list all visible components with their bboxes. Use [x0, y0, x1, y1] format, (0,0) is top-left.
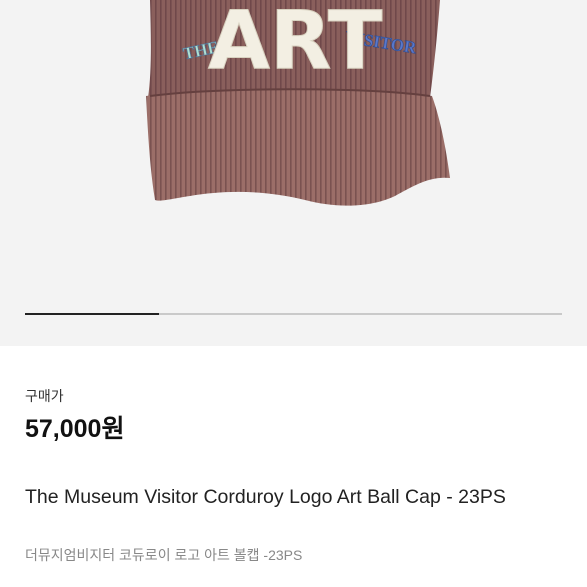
product-image[interactable]: THE VISITOR ART: [0, 0, 587, 346]
product-subtitle: 더뮤지엄비지터 코듀로이 로고 아트 볼캡 -23PS: [25, 547, 303, 563]
progress-fill: [25, 313, 160, 315]
price-label: 구매가: [25, 388, 64, 404]
price-value: 57,000원: [25, 415, 125, 443]
cap-logo-text: ART: [208, 0, 383, 87]
image-carousel-progress: [25, 313, 562, 315]
product-info: 구매가 57,000원 The Museum Visitor Corduroy …: [0, 346, 587, 587]
cap-illustration: THE VISITOR ART: [146, 0, 450, 206]
product-title: The Museum Visitor Corduroy Logo Art Bal…: [25, 486, 506, 508]
